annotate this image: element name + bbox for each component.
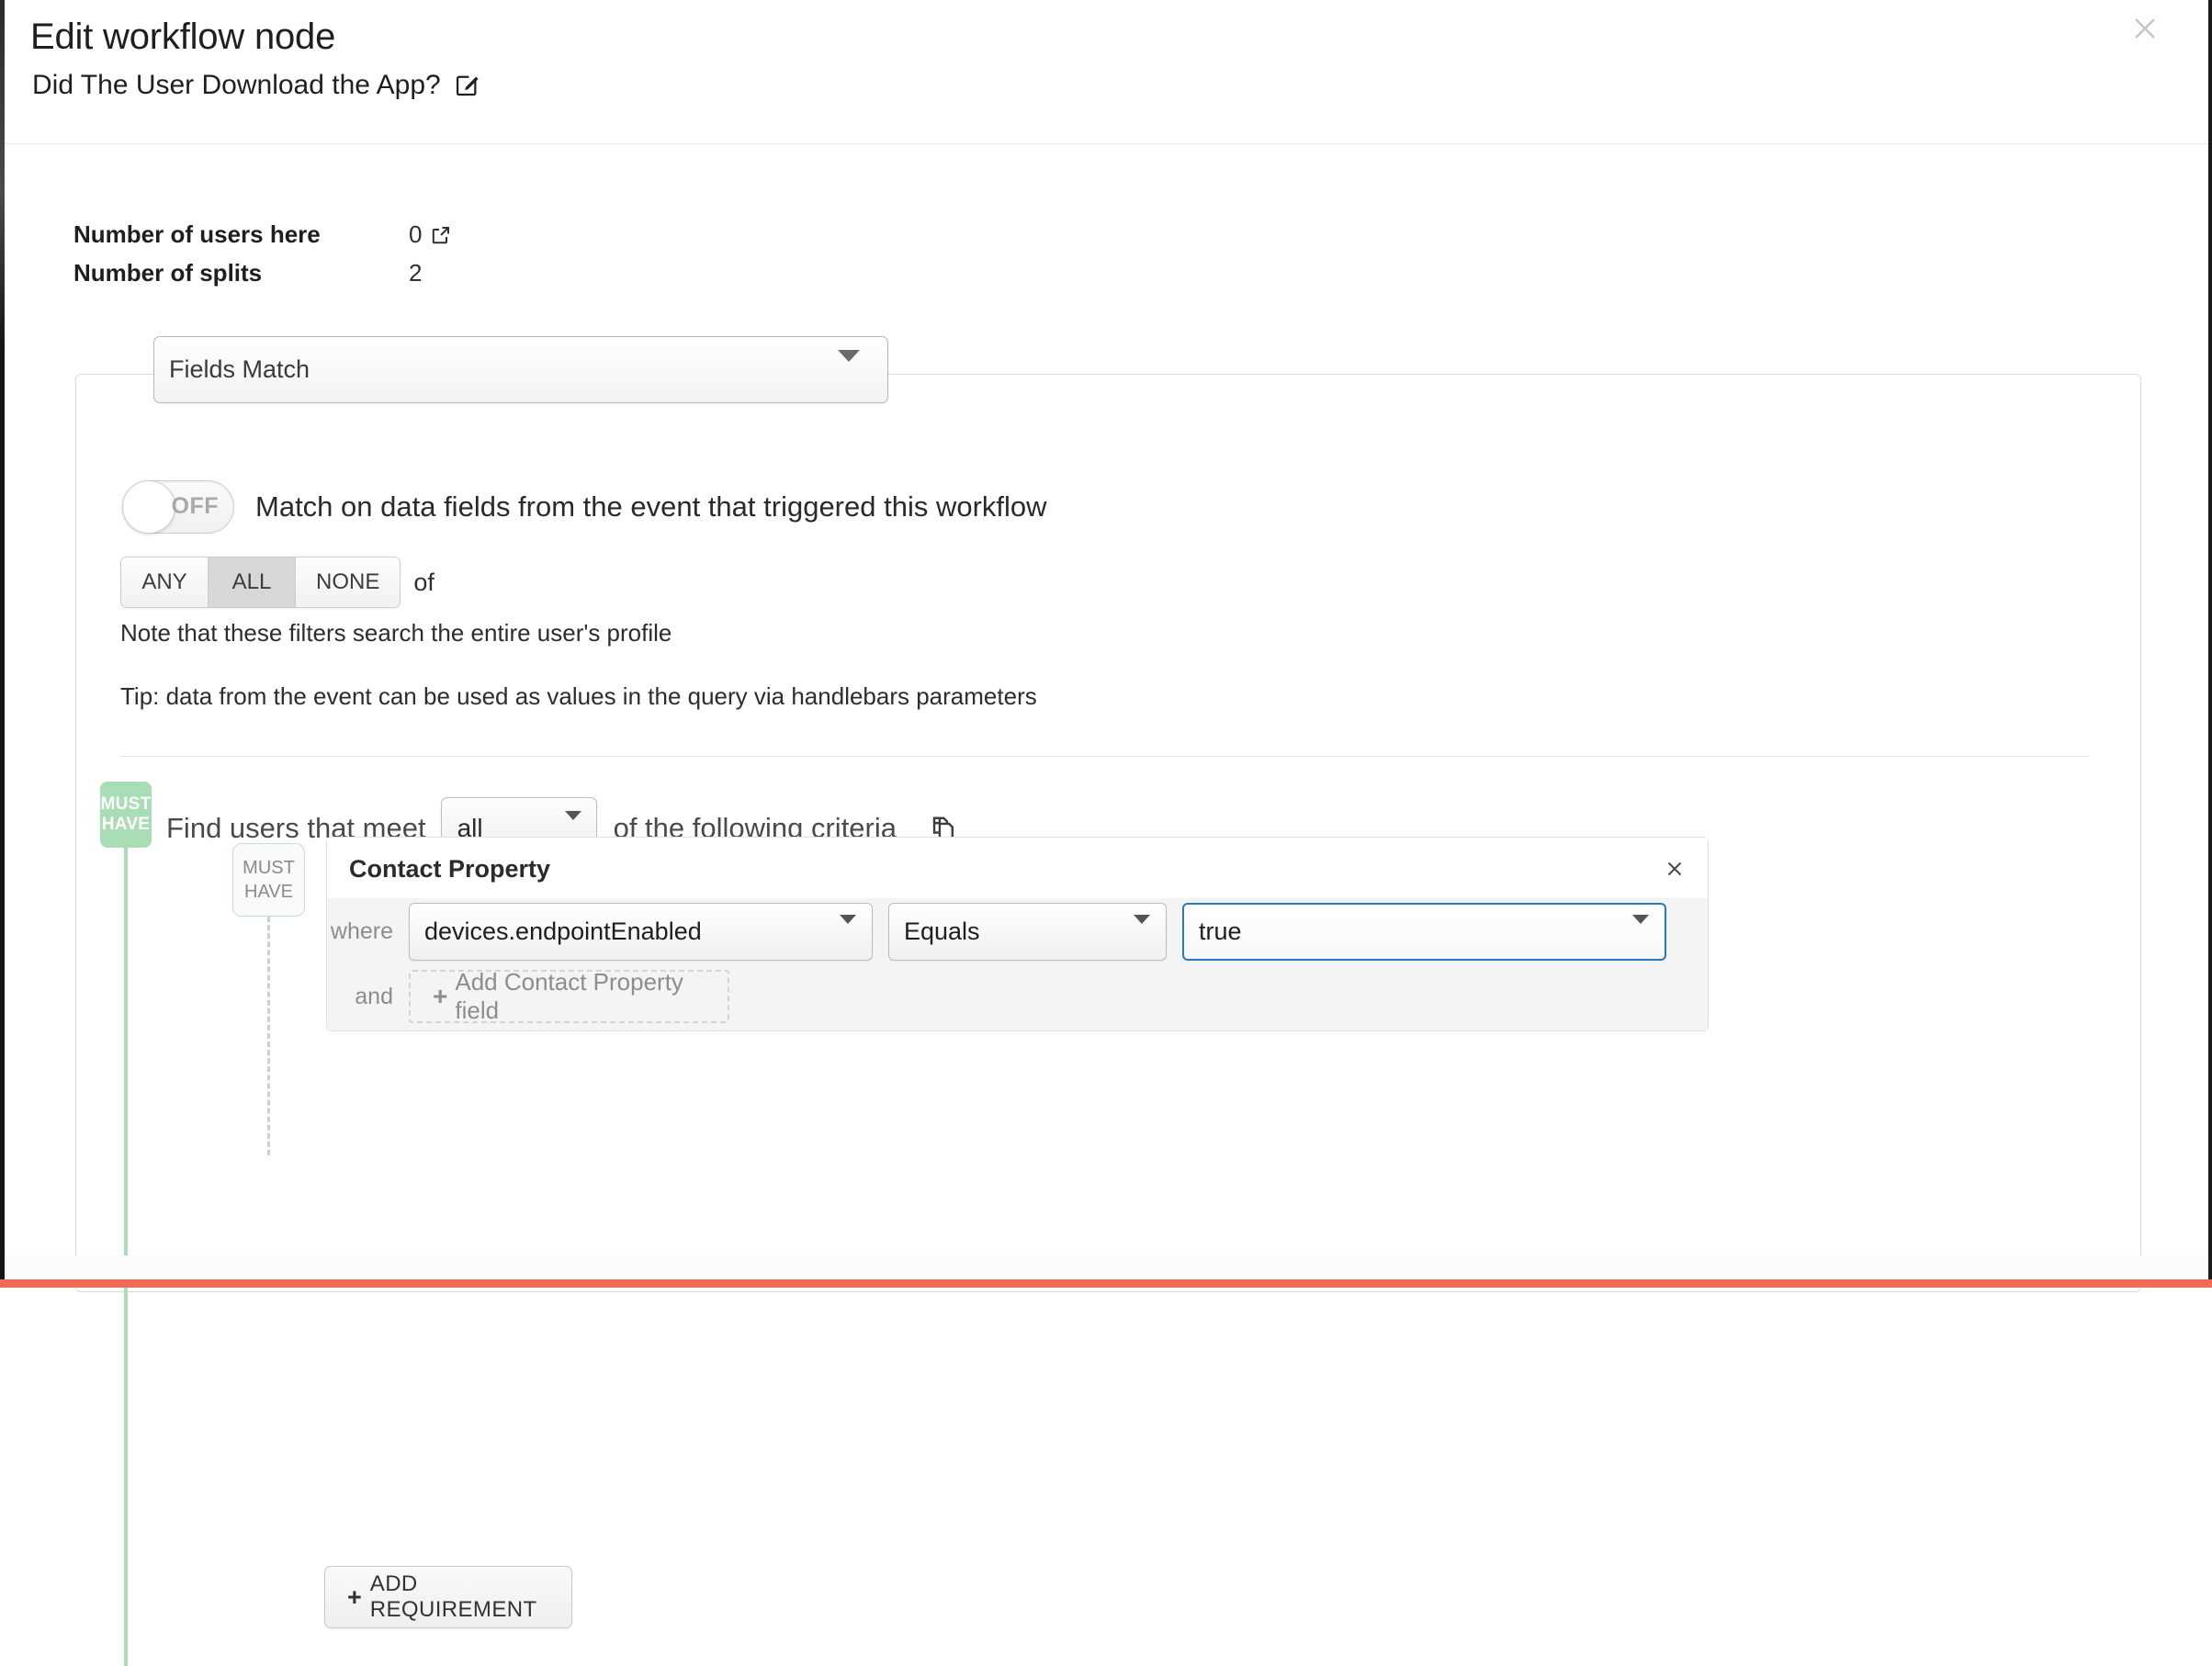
contact-property-title: Contact Property <box>349 855 551 883</box>
add-requirement-button[interactable]: + ADD REQUIREMENT <box>324 1566 572 1628</box>
match-data-fields-label: Match on data fields from the event that… <box>255 490 1047 523</box>
stat-value: 2 <box>409 259 422 287</box>
modal-header: Edit workflow node Did The User Download… <box>5 0 2208 144</box>
contact-property-card-header: Contact Property <box>327 838 1708 898</box>
plus-icon: + <box>433 982 448 1010</box>
contact-property-field-select[interactable]: devices.endpointEnabled <box>409 903 873 961</box>
stat-number: 0 <box>409 220 423 248</box>
stat-label: Number of splits <box>73 259 263 287</box>
must-have-badge-line2: HAVE <box>101 815 151 834</box>
must-have-badge-line1: MUST <box>100 794 152 814</box>
contact-property-value-value: true <box>1199 917 1242 945</box>
contact-property-field-value: devices.endpointEnabled <box>424 917 702 945</box>
contact-property-card: Contact Property where devices.endpointE… <box>326 837 1709 1031</box>
page-title: Edit workflow node <box>30 17 336 57</box>
node-type-select-value: Fields Match <box>169 355 310 383</box>
node-name-row: Did The User Download the App? <box>32 70 480 101</box>
node-type-select[interactable]: Fields Match <box>153 336 888 403</box>
bottom-shade <box>5 1255 2208 1279</box>
contact-property-card-body: where devices.endpointEnabled Equals tru… <box>327 898 1708 1030</box>
chevron-down-icon <box>564 811 581 837</box>
right-edge-strip <box>2208 0 2212 1288</box>
match-mode-suffix: of <box>413 568 434 596</box>
add-contact-property-field-label: Add Contact Property field <box>455 968 683 1024</box>
match-mode-all[interactable]: ALL <box>209 557 296 607</box>
toggle-state-label: OFF <box>171 493 219 519</box>
must-have-rail: MUST HAVE <box>100 782 152 1666</box>
node-stats: Number of users here 0 Number of splits … <box>73 220 452 298</box>
condition-row: where devices.endpointEnabled Equals tru… <box>327 903 1666 961</box>
contact-property-operator-select[interactable]: Equals <box>888 903 1167 961</box>
contact-property-value-select[interactable]: true <box>1182 903 1666 961</box>
condition-keyword: and <box>355 983 393 1009</box>
plus-icon: + <box>347 1582 362 1611</box>
contact-property-operator-value: Equals <box>904 917 980 945</box>
add-contact-property-field-button[interactable]: + Add Contact Property field <box>409 968 729 1024</box>
stat-row-splits: Number of splits 2 <box>73 259 452 298</box>
match-mode-any[interactable]: ANY <box>121 557 209 607</box>
requirement-must-have-badge: MUST HAVE <box>232 843 305 917</box>
stat-row-users: Number of users here 0 <box>73 220 452 259</box>
left-edge-strip-top <box>0 0 5 349</box>
add-condition-row: and + Add Contact Property field <box>327 968 729 1024</box>
bottom-accent-line <box>0 1279 2212 1288</box>
requirement-badge-line2: HAVE <box>244 882 293 902</box>
stat-value: 0 <box>409 220 452 249</box>
match-mode-row: ANY ALL NONE of <box>120 557 434 608</box>
must-have-badge: MUST HAVE <box>100 782 152 848</box>
match-mode-none[interactable]: NONE <box>296 557 401 607</box>
close-icon[interactable] <box>2127 10 2163 47</box>
requirement-badge-line1: MUST <box>243 858 295 878</box>
fields-match-panel: OFF Match on data fields from the event … <box>75 374 2141 1666</box>
close-icon[interactable] <box>1658 852 1691 885</box>
pencil-square-icon[interactable] <box>454 73 480 98</box>
requirement-connector-dashed-line <box>267 917 270 1155</box>
external-link-icon[interactable] <box>430 224 452 246</box>
stat-number: 2 <box>409 259 423 287</box>
chevron-down-icon <box>838 349 860 378</box>
match-data-fields-toggle[interactable]: OFF <box>122 480 234 534</box>
chevron-down-icon <box>1134 914 1150 940</box>
modal-root: Edit workflow node Did The User Download… <box>0 0 2212 1666</box>
add-requirement-label: ADD REQUIREMENT <box>369 1571 537 1622</box>
filters-note: Note that these filters search the entir… <box>120 619 672 647</box>
chevron-down-icon <box>1632 914 1649 940</box>
condition-keyword: where <box>330 918 393 944</box>
toggle-knob <box>122 480 175 534</box>
section-divider <box>120 756 2089 757</box>
match-data-fields-row: OFF Match on data fields from the event … <box>122 480 1047 534</box>
chevron-down-icon <box>840 914 856 940</box>
stat-label: Number of users here <box>73 220 321 248</box>
match-mode-group: ANY ALL NONE <box>120 557 401 608</box>
node-name-label: Did The User Download the App? <box>32 70 441 100</box>
filters-tip: Tip: data from the event can be used as … <box>120 682 1037 710</box>
